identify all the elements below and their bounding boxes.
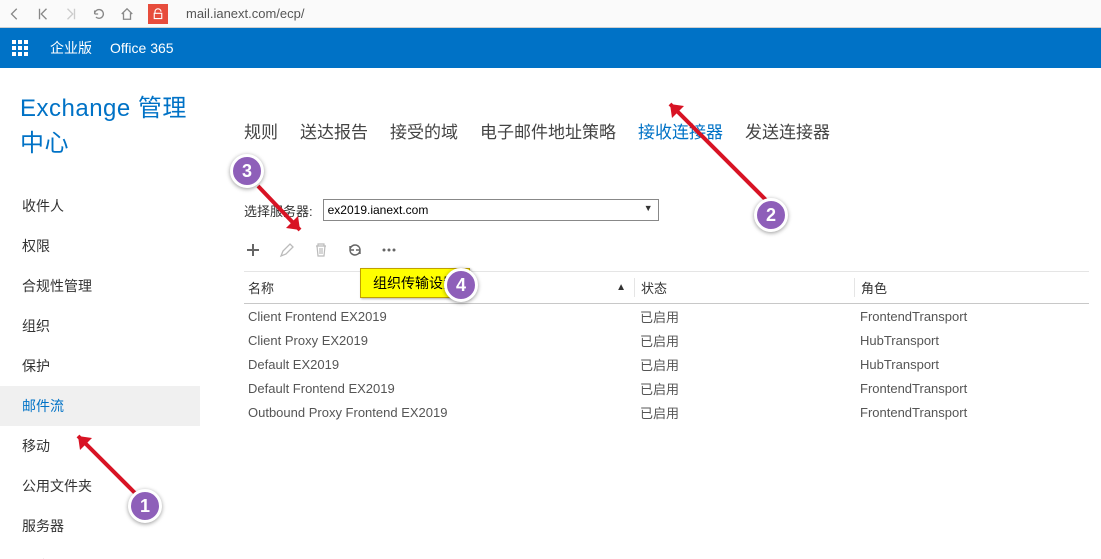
cell-name: Client Proxy EX2019	[244, 333, 634, 348]
refresh-icon[interactable]	[92, 7, 106, 21]
more-button[interactable]	[380, 241, 398, 259]
browser-toolbar: mail.ianext.com/ecp/	[0, 0, 1101, 28]
home-icon[interactable]	[120, 7, 134, 21]
server-select[interactable]	[323, 199, 659, 221]
tab-delivery[interactable]: 送达报告	[300, 118, 368, 143]
callout-1: 1	[128, 489, 162, 523]
cell-role: FrontendTransport	[854, 309, 1089, 324]
site-identity-icon[interactable]	[148, 4, 168, 24]
sidebar-item-hybrid[interactable]: 混合	[20, 546, 200, 559]
callout-4: 4	[444, 268, 478, 302]
tab-rules[interactable]: 规则	[244, 118, 278, 143]
cell-status: 已启用	[634, 355, 854, 374]
tab-domains[interactable]: 接受的域	[390, 118, 458, 143]
cell-name: Client Frontend EX2019	[244, 309, 634, 324]
callout-3: 3	[230, 154, 264, 188]
cell-name: Outbound Proxy Frontend EX2019	[244, 405, 634, 420]
sidebar-item-compliance[interactable]: 合规性管理	[20, 266, 200, 306]
sort-asc-icon: ▲	[616, 282, 626, 293]
arrow-3	[248, 178, 318, 248]
sidebar-item-permissions[interactable]: 权限	[20, 226, 200, 266]
table-row[interactable]: Default EX2019已启用HubTransport	[244, 352, 1089, 376]
table-row[interactable]: Outbound Proxy Frontend EX2019已启用Fronten…	[244, 400, 1089, 424]
tab-emailpolicy[interactable]: 电子邮件地址策略	[480, 118, 616, 143]
cell-status: 已启用	[634, 379, 854, 398]
table-row[interactable]: Client Proxy EX2019已启用HubTransport	[244, 328, 1089, 352]
sidebar-item-organization[interactable]: 组织	[20, 306, 200, 346]
col-header-role[interactable]: 角色	[854, 278, 1089, 297]
refresh-button[interactable]	[346, 241, 364, 259]
address-bar[interactable]: mail.ianext.com/ecp/	[182, 6, 1093, 21]
cell-role: FrontendTransport	[854, 381, 1089, 396]
back-icon[interactable]	[8, 7, 22, 21]
cell-role: HubTransport	[854, 357, 1089, 372]
sidebar-item-protection[interactable]: 保护	[20, 346, 200, 386]
product-label: Office 365	[110, 40, 174, 56]
col-header-status[interactable]: 状态	[634, 278, 854, 297]
table-row[interactable]: Default Frontend EX2019已启用FrontendTransp…	[244, 376, 1089, 400]
table-row[interactable]: Client Frontend EX2019已启用FrontendTranspo…	[244, 304, 1089, 328]
cell-status: 已启用	[634, 307, 854, 326]
arrow-2	[650, 84, 780, 214]
cell-role: HubTransport	[854, 333, 1089, 348]
first-icon[interactable]	[36, 7, 50, 21]
cell-role: FrontendTransport	[854, 405, 1089, 420]
page-title: Exchange 管理中心	[20, 88, 200, 158]
cell-name: Default EX2019	[244, 357, 634, 372]
cell-status: 已启用	[634, 331, 854, 350]
col-header-name-label: 名称	[248, 278, 274, 297]
sidebar-item-servers[interactable]: 服务器	[20, 506, 200, 546]
edition-label: 企业版	[50, 38, 92, 58]
grid-toolbar	[244, 241, 1089, 259]
cell-name: Default Frontend EX2019	[244, 381, 634, 396]
sidebar-item-recipients[interactable]: 收件人	[20, 186, 200, 226]
cell-status: 已启用	[634, 403, 854, 422]
last-icon[interactable]	[64, 7, 78, 21]
suite-header: 企业版 Office 365	[0, 28, 1101, 68]
app-launcher-icon[interactable]	[8, 36, 32, 60]
content-pane: 规则 送达报告 接受的域 电子邮件地址策略 接收连接器 发送连接器 选择服务器:…	[200, 68, 1101, 559]
callout-2: 2	[754, 198, 788, 232]
